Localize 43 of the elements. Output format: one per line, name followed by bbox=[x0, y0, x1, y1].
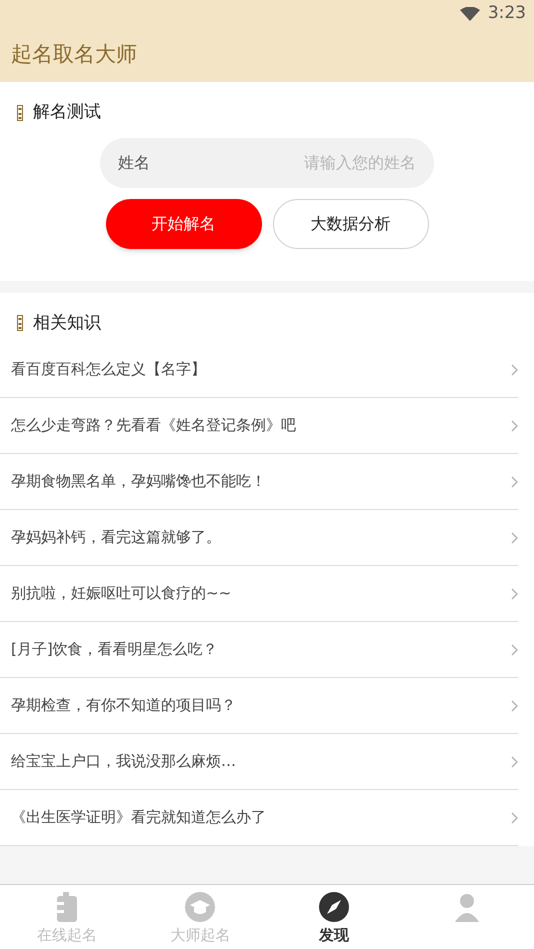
app-title: 起名取名大师 bbox=[11, 41, 137, 68]
article-row[interactable]: 给宝宝上户口，我说没那么麻烦… bbox=[0, 734, 518, 790]
chevron-right-icon bbox=[511, 364, 518, 376]
article-row[interactable]: 看百度百科怎么定义【名字】 bbox=[0, 342, 518, 398]
article-title: 给宝宝上户口，我说没那么麻烦… bbox=[11, 751, 237, 772]
chevron-right-icon bbox=[511, 644, 518, 656]
article-title: 别抗啦，妊娠呕吐可以食疗的~~ bbox=[11, 583, 232, 604]
section-marker-icon bbox=[17, 104, 23, 121]
start-button[interactable]: 开始解名 bbox=[106, 198, 262, 248]
article-title: 《出生医学证明》看完就知道怎么办了 bbox=[11, 807, 267, 828]
article-row[interactable]: 孕期检查，有你不知道的项目吗？ bbox=[0, 678, 518, 734]
article-title: 孕妈妈补钙，看完这篇就够了。 bbox=[11, 527, 222, 548]
article-title: 孕期检查，有你不知道的项目吗？ bbox=[11, 695, 237, 716]
article-row[interactable]: 孕期食物黑名单，孕妈嘴馋也不能吃！ bbox=[0, 454, 518, 510]
chevron-right-icon bbox=[511, 420, 518, 432]
nav-tab[interactable]: 发现 bbox=[267, 885, 400, 949]
section-marker-icon bbox=[17, 315, 23, 332]
section-title: 解名测试 bbox=[33, 101, 101, 124]
chevron-right-icon bbox=[511, 588, 518, 600]
analysis-button[interactable]: 大数据分析 bbox=[272, 198, 428, 248]
article-row[interactable]: 怎么少走弯路？先看看《姓名登记条例》吧 bbox=[0, 398, 518, 454]
article-title: 看百度百科怎么定义【名字】 bbox=[11, 359, 207, 380]
chevron-right-icon bbox=[511, 532, 518, 544]
article-title: [月子]饮食，看看明星怎么吃？ bbox=[11, 639, 219, 660]
name-field[interactable]: 姓名 请输入您的姓名 bbox=[100, 138, 434, 188]
article-title: 孕期食物黑名单，孕妈嘴馋也不能吃！ bbox=[11, 471, 267, 492]
article-row[interactable]: 孕妈妈补钙，看完这篇就够了。 bbox=[0, 510, 518, 566]
wifi-icon bbox=[460, 7, 480, 21]
chevron-right-icon bbox=[511, 756, 518, 768]
name-input-field[interactable]: 请输入您的姓名 bbox=[150, 150, 416, 174]
chevron-right-icon bbox=[511, 812, 518, 824]
status-time: 3:23 bbox=[488, 2, 526, 26]
article-row[interactable]: [月子]饮食，看看明星怎么吃？ bbox=[0, 622, 518, 678]
compass-icon bbox=[318, 892, 349, 922]
chevron-right-icon bbox=[511, 700, 518, 712]
graduation-cap-icon bbox=[185, 892, 216, 922]
article-title: 怎么少走弯路？先看看《姓名登记条例》吧 bbox=[11, 415, 297, 436]
section-title: 相关知识 bbox=[33, 312, 101, 334]
notebook-icon bbox=[54, 892, 79, 922]
field-label: 姓名 bbox=[118, 152, 150, 174]
chevron-right-icon bbox=[511, 476, 518, 488]
article-row[interactable]: 别抗啦，妊娠呕吐可以食疗的~~ bbox=[0, 566, 518, 622]
article-row[interactable]: 《出生医学证明》看完就知道怎么办了 bbox=[0, 790, 518, 846]
